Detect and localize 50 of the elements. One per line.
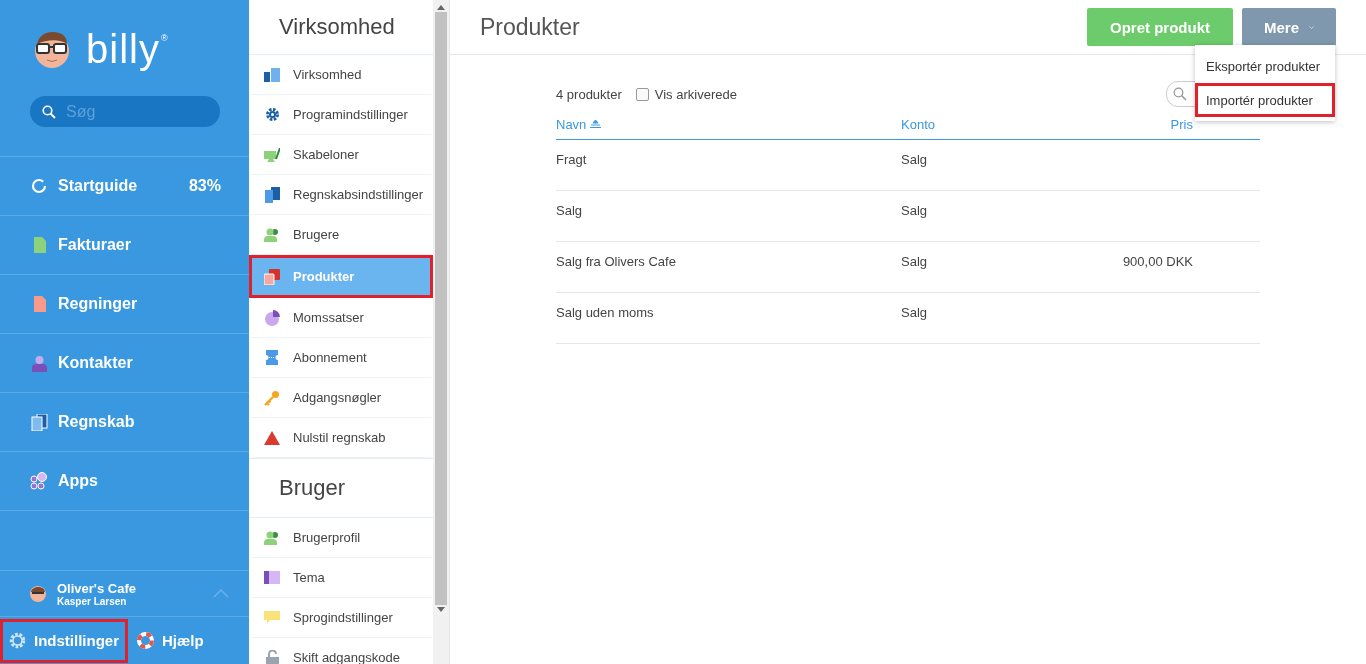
checkbox-label: Vis arkiverede: [654, 86, 737, 102]
pages-icon: [264, 186, 280, 203]
warning-triangle-icon: [264, 430, 280, 445]
table-cell-text: Salg: [556, 202, 584, 220]
scroll-up-icon[interactable]: [437, 5, 445, 10]
document-icon: [32, 296, 46, 312]
settings-nav-item[interactable]: Regnskabsindstillinger: [249, 175, 433, 215]
document-icon: [32, 237, 46, 253]
people-icon: [264, 530, 280, 545]
company-name: Oliver's Cafe: [57, 580, 137, 596]
picture-pen-icon: [264, 147, 280, 162]
table-cell-text: Salg: [901, 253, 929, 271]
pages-icon: [30, 413, 48, 431]
menu-item[interactable]: Importér produkter: [1195, 83, 1335, 117]
lifebuoy-icon: [137, 632, 154, 649]
people-icon: [264, 227, 280, 242]
search-icon: [1173, 87, 1187, 101]
table-cell-text: 900,00 DKK: [1121, 253, 1193, 271]
settings-icon: [264, 107, 280, 122]
speech-bubble-icon: [264, 610, 280, 625]
ticket-icon: [265, 350, 279, 365]
product-count: 4 produkter: [556, 86, 622, 102]
swatch-icon: [264, 571, 280, 584]
dots-icon: [30, 472, 48, 490]
table-cell-text: Salg fra Olivers Cafe: [556, 253, 677, 271]
user-name: Kasper Larsen: [57, 595, 128, 607]
sort-icon: [590, 120, 602, 128]
settings-nav-item[interactable]: Tema: [249, 558, 433, 598]
pie-icon: [264, 309, 280, 326]
progress-percent: 83%: [188, 177, 221, 195]
page-title: Produkter: [480, 13, 581, 41]
ring-icon: [31, 178, 47, 194]
table-cell-text: Salg: [901, 202, 929, 220]
table-cell-text: Salg: [901, 151, 929, 169]
settings-icon: [9, 632, 26, 649]
table-cell-text: Salg uden moms: [556, 304, 655, 322]
padlock-icon: [265, 649, 279, 664]
blocks-icon: [264, 67, 280, 82]
table-cell-text: Fragt: [556, 151, 588, 169]
checkbox[interactable]: [635, 87, 649, 101]
avatar-icon: [29, 584, 47, 603]
menu-item[interactable]: Eksportér produkter: [1195, 49, 1335, 83]
table-cell-text: Salg: [901, 304, 929, 322]
scroll-down-icon[interactable]: [437, 607, 445, 612]
person-icon: [31, 354, 47, 372]
chevron-down-icon: [1309, 23, 1314, 31]
search-field[interactable]: Søg: [30, 96, 220, 127]
settings-nav-item[interactable]: Virksomhed: [249, 55, 433, 95]
squares-icon: [264, 268, 280, 285]
key-icon: [264, 389, 280, 406]
